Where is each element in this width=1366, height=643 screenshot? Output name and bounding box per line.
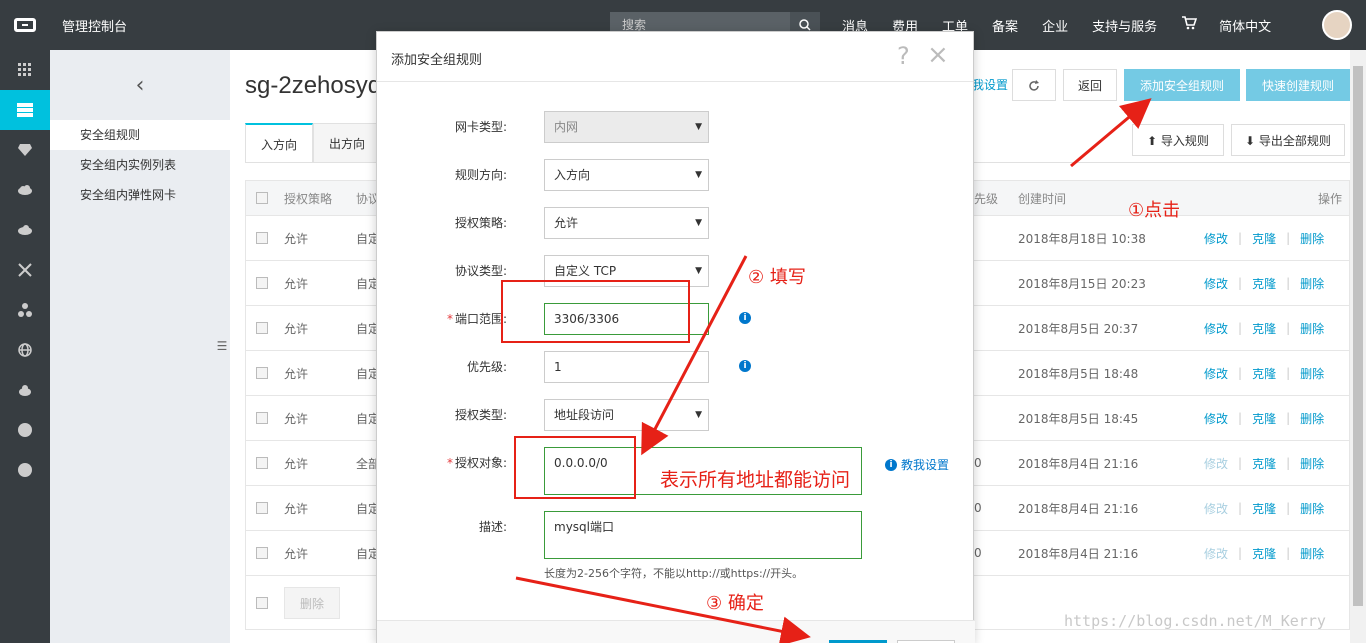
arrow-to-confirm xyxy=(515,576,811,643)
watermark: https://blog.csdn.net/M_Kerry xyxy=(1064,612,1326,630)
arrow-to-auth-object xyxy=(641,255,748,456)
annotation-arrows xyxy=(515,98,1152,643)
arrow-to-add-button xyxy=(1070,98,1152,168)
